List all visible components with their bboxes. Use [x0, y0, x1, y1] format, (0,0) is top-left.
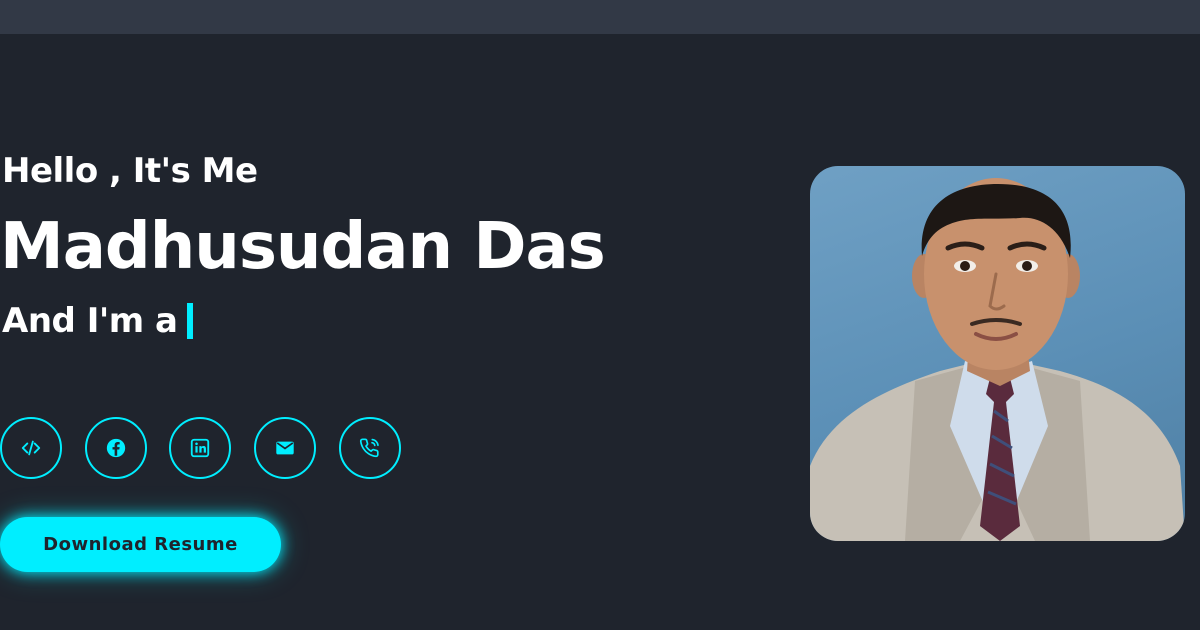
code-icon	[21, 440, 41, 456]
phone-link[interactable]	[339, 417, 401, 479]
facebook-link[interactable]	[85, 417, 147, 479]
facebook-icon	[106, 438, 126, 458]
download-resume-button[interactable]: Download Resume	[0, 517, 281, 572]
name-heading: Madhusudan Das	[0, 210, 606, 284]
code-link[interactable]	[0, 417, 62, 479]
role-line: And I'm a	[2, 301, 194, 341]
email-link[interactable]	[254, 417, 316, 479]
profile-photo-illustration	[810, 178, 1185, 541]
email-icon	[276, 441, 294, 455]
role-prefix: And I'm a	[2, 301, 178, 341]
top-navbar	[0, 0, 1200, 34]
profile-photo	[810, 166, 1185, 541]
linkedin-link[interactable]	[169, 417, 231, 479]
typing-cursor	[187, 303, 194, 339]
linkedin-icon	[190, 438, 210, 458]
phone-icon	[359, 438, 379, 458]
greeting-text: Hello , It's Me	[2, 151, 258, 191]
